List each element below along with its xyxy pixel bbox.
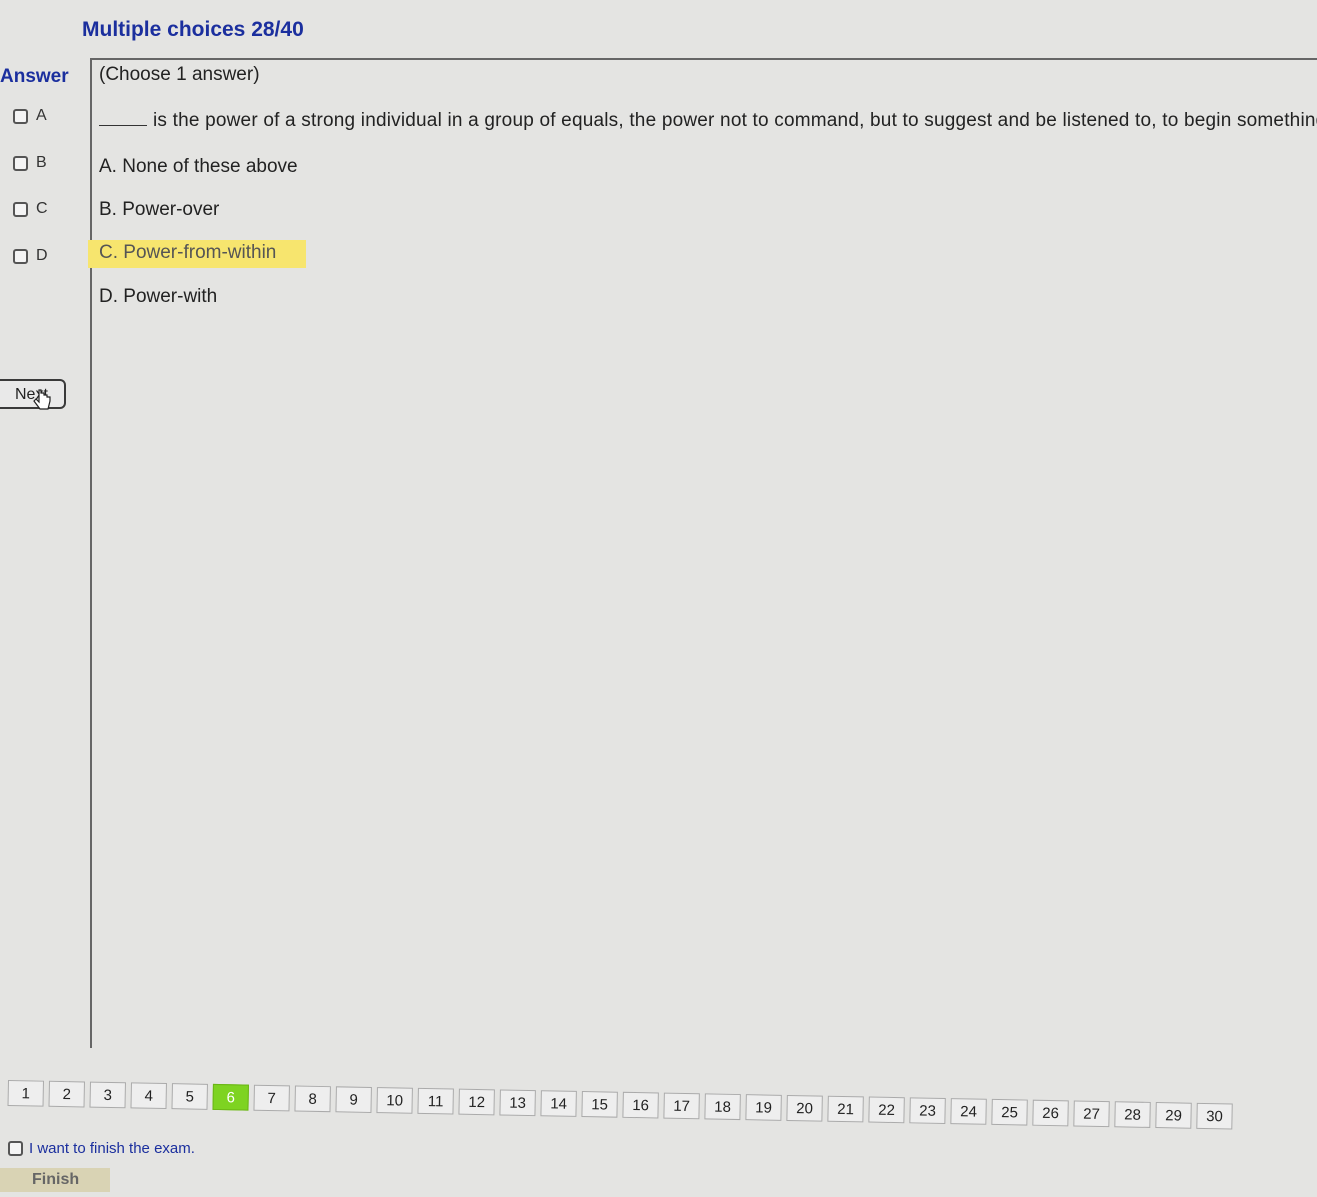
finish-exam-label: I want to finish the exam.	[29, 1140, 195, 1157]
checkbox-d[interactable]	[13, 248, 28, 264]
answer-option-d[interactable]: D	[13, 247, 48, 265]
question-text-row: is the power of a strong individual in a…	[99, 110, 1317, 132]
answer-option-label: A	[36, 107, 47, 124]
choice-a: A. None of these above	[99, 156, 298, 177]
page-button[interactable]: 3	[89, 1081, 126, 1109]
page-button[interactable]: 1	[7, 1080, 44, 1107]
page-button[interactable]: 29	[1155, 1102, 1192, 1129]
page-button[interactable]: 28	[1114, 1101, 1151, 1128]
question-pager: 1 2 3 4 5 6 7 8 9 10 11 12 13 14 15 16 17 18 19 20 21 22 23 24 2…	[7, 1080, 1233, 1130]
page-button[interactable]: 17	[663, 1092, 700, 1120]
page-button[interactable]: 27	[1073, 1100, 1110, 1128]
page-button[interactable]: 24	[950, 1098, 987, 1125]
page-button[interactable]: 25	[991, 1098, 1028, 1126]
answer-label: Answer	[0, 66, 69, 87]
page-button[interactable]: 11	[417, 1087, 454, 1115]
page-button[interactable]: 7	[253, 1084, 290, 1112]
page-button[interactable]: 26	[1032, 1099, 1069, 1127]
page-button[interactable]: 9	[335, 1086, 372, 1113]
finish-button[interactable]: Finish	[0, 1168, 110, 1192]
choice-d: D. Power-with	[99, 286, 218, 307]
page-button[interactable]: 16	[622, 1091, 659, 1119]
page-title: Multiple choices 28/40	[82, 18, 304, 41]
answer-option-b[interactable]: B	[13, 154, 47, 172]
choice-b: B. Power-over	[99, 199, 220, 220]
page-button[interactable]: 23	[909, 1097, 946, 1125]
blank-line	[99, 125, 147, 126]
question-instruction: (Choose 1 answer)	[99, 64, 260, 85]
page-button[interactable]: 19	[745, 1094, 782, 1121]
page-button[interactable]: 8	[294, 1085, 331, 1113]
checkbox-a[interactable]	[13, 108, 28, 124]
page-button[interactable]: 12	[458, 1088, 495, 1116]
page-button[interactable]: 4	[130, 1082, 167, 1110]
page-button[interactable]: 5	[171, 1083, 208, 1110]
question-panel	[90, 58, 1317, 1048]
choice-c-highlighted: C. Power-from-within	[88, 240, 307, 268]
finish-exam-checkbox-row[interactable]: I want to finish the exam.	[8, 1140, 195, 1157]
hand-cursor-icon	[33, 389, 51, 410]
finish-exam-checkbox[interactable]	[8, 1141, 23, 1156]
page-button[interactable]: 13	[499, 1089, 536, 1117]
page-button[interactable]: 22	[868, 1096, 905, 1124]
page-button[interactable]: 14	[540, 1090, 577, 1117]
page-button[interactable]: 21	[827, 1095, 864, 1123]
page-button[interactable]: 20	[786, 1094, 823, 1122]
question-text: is the power of a strong individual in a…	[153, 110, 1317, 131]
page-button[interactable]: 15	[581, 1091, 618, 1118]
checkbox-b[interactable]	[13, 155, 28, 171]
page-button[interactable]: 18	[704, 1093, 741, 1121]
answer-option-a[interactable]: A	[13, 107, 47, 125]
answer-option-label: D	[36, 247, 48, 264]
checkbox-c[interactable]	[13, 201, 28, 217]
page-button[interactable]: 6	[212, 1083, 249, 1111]
answer-option-c[interactable]: C	[13, 200, 48, 218]
answer-option-label: C	[36, 200, 48, 217]
page-button[interactable]: 2	[48, 1080, 85, 1108]
page-button[interactable]: 30	[1196, 1102, 1233, 1130]
answer-option-label: B	[36, 154, 47, 171]
page-button[interactable]: 10	[376, 1087, 413, 1114]
